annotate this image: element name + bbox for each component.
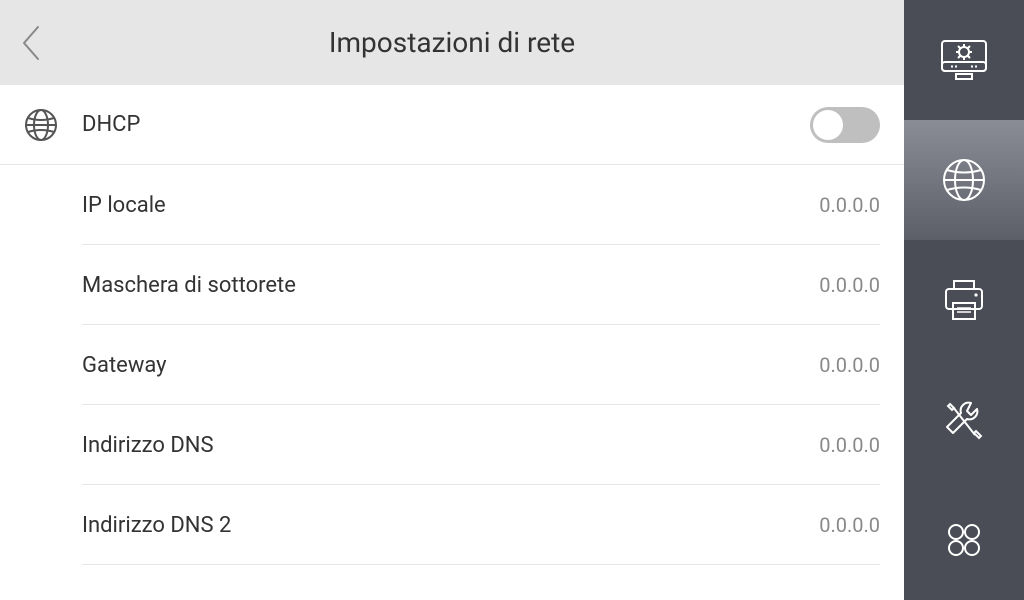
row-value: 0.0.0.0	[819, 433, 880, 457]
header: Impostazioni di rete	[0, 0, 904, 85]
sidebar-item-apps[interactable]	[904, 480, 1024, 600]
page-title: Impostazioni di rete	[0, 26, 904, 59]
main-panel: Impostazioni di rete DHCP IP locale	[0, 0, 904, 600]
row-label: Maschera di sottorete	[82, 273, 819, 298]
row-gateway[interactable]: Gateway 0.0.0.0	[0, 325, 904, 405]
apps-icon	[944, 520, 984, 560]
dhcp-row: DHCP	[0, 85, 904, 165]
row-value: 0.0.0.0	[819, 353, 880, 377]
sidebar-item-system[interactable]	[904, 0, 1024, 120]
sidebar	[904, 0, 1024, 600]
sidebar-item-tools[interactable]	[904, 360, 1024, 480]
row-value: 0.0.0.0	[819, 513, 880, 537]
settings-list: DHCP IP locale 0.0.0.0 Maschera di sotto…	[0, 85, 904, 600]
row-label: Gateway	[82, 353, 819, 378]
row-label: Indirizzo DNS	[82, 433, 819, 458]
row-dns2[interactable]: Indirizzo DNS 2 0.0.0.0	[0, 485, 904, 565]
row-value: 0.0.0.0	[819, 273, 880, 297]
dhcp-label: DHCP	[82, 112, 810, 137]
globe-icon	[24, 108, 58, 142]
chevron-left-icon	[20, 23, 42, 63]
sidebar-item-network[interactable]	[904, 120, 1024, 240]
row-label: Indirizzo DNS 2	[82, 513, 819, 538]
row-dns[interactable]: Indirizzo DNS 0.0.0.0	[0, 405, 904, 485]
row-subnet-mask[interactable]: Maschera di sottorete 0.0.0.0	[0, 245, 904, 325]
row-ip-locale[interactable]: IP locale 0.0.0.0	[0, 165, 904, 245]
row-label: IP locale	[82, 193, 819, 218]
sidebar-item-printer[interactable]	[904, 240, 1024, 360]
tools-icon	[941, 397, 987, 443]
monitor-gear-icon	[939, 38, 989, 82]
back-button[interactable]	[20, 0, 42, 85]
dhcp-toggle[interactable]	[810, 107, 880, 143]
printer-icon	[941, 278, 987, 322]
globe-icon	[941, 157, 987, 203]
row-value: 0.0.0.0	[819, 193, 880, 217]
